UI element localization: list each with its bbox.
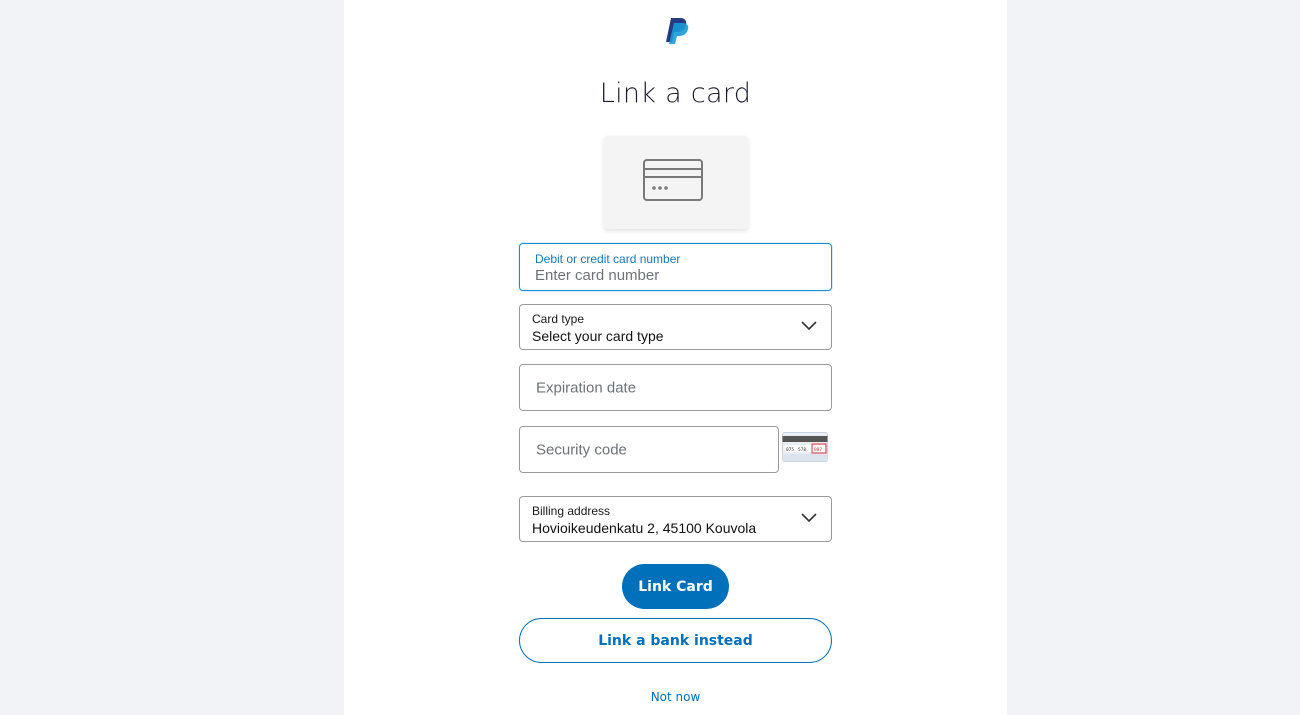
card-number-label: Debit or credit card number xyxy=(535,252,681,266)
cvv-illustration-digits-1: 075 xyxy=(786,447,794,453)
cvv-illustration-digits-3: 987 xyxy=(814,447,822,453)
link-bank-instead-button[interactable]: Link a bank instead xyxy=(519,618,832,663)
billing-address-select[interactable]: Billing address Hovioikeudenkatu 2, 4510… xyxy=(519,496,832,542)
card-type-select[interactable]: Card type Select your card type xyxy=(519,304,832,350)
expiration-date-field[interactable]: Expiration date xyxy=(519,364,832,411)
link-card-button[interactable]: Link Card xyxy=(622,564,729,609)
card-number-field[interactable]: Debit or credit card number xyxy=(519,243,832,291)
billing-address-label: Billing address xyxy=(532,504,611,518)
cvv-illustration-digits-2: 578 xyxy=(798,447,806,453)
card-type-label: Card type xyxy=(532,312,585,326)
billing-address-value: Hovioikeudenkatu 2, 45100 Kouvola xyxy=(532,520,757,536)
paypal-logo-icon xyxy=(663,15,689,45)
card-type-value: Select your card type xyxy=(532,328,664,344)
credit-card-icon xyxy=(604,136,748,229)
chevron-down-icon xyxy=(801,321,817,331)
chevron-down-icon xyxy=(801,513,817,523)
not-now-link[interactable]: Not now xyxy=(344,690,1007,704)
security-code-field[interactable]: Security code xyxy=(519,426,779,473)
page-title: Link a card xyxy=(599,78,752,109)
security-code-placeholder: Security code xyxy=(536,441,627,458)
expiration-date-placeholder: Expiration date xyxy=(536,379,637,396)
card-number-input[interactable] xyxy=(535,267,815,284)
card-back-cvv-icon: 075 578 987 xyxy=(782,432,828,462)
